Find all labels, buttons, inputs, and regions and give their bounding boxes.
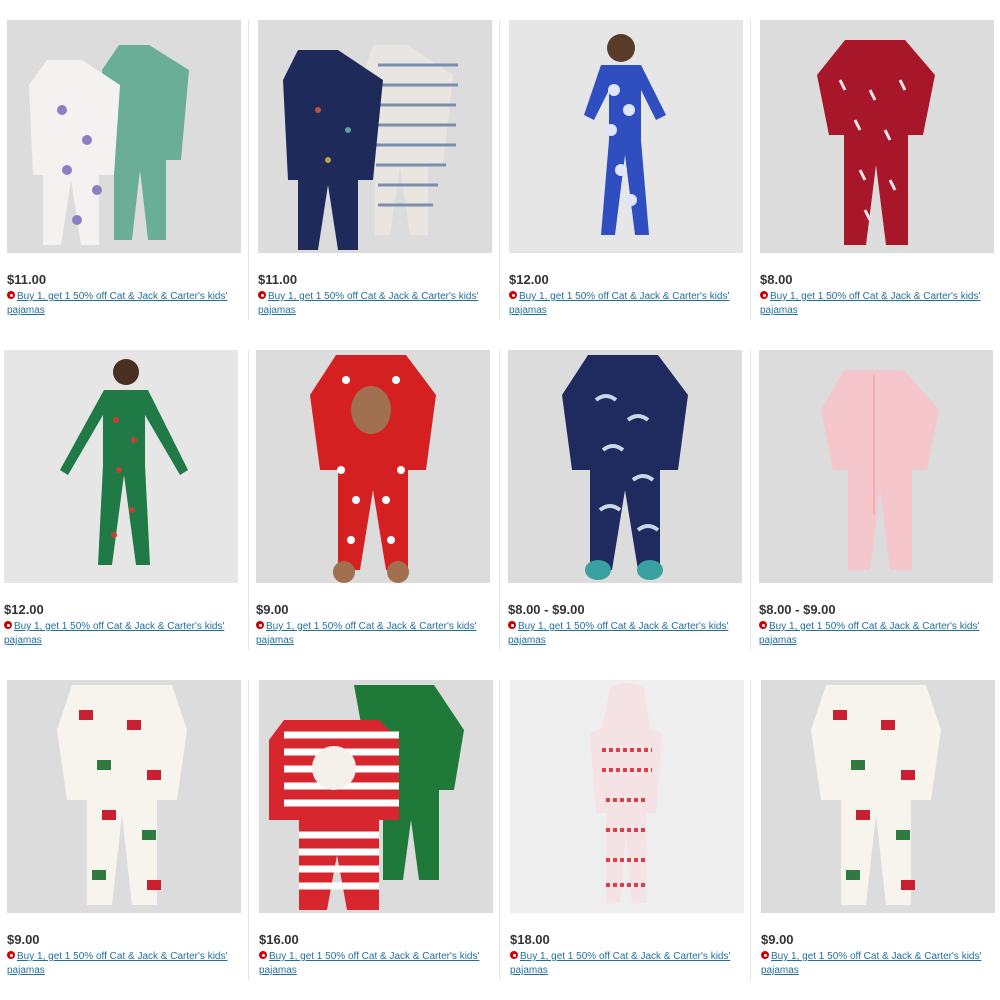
promo-link[interactable]: Buy 1, get 1 50% off Cat & Jack & Carter…: [508, 621, 728, 646]
product-image[interactable]: [510, 680, 744, 913]
product-card[interactable]: $8.00 - $9.00 Buy 1, get 1 50% off Cat &…: [759, 350, 993, 648]
price: $12.00: [509, 272, 549, 287]
product-card[interactable]: $8.00 Buy 1, get 1 50% off Cat & Jack & …: [760, 20, 994, 318]
promo-link[interactable]: Buy 1, get 1 50% off Cat & Jack & Carter…: [7, 951, 227, 976]
promo-offer[interactable]: Buy 1, get 1 50% off Cat & Jack & Carter…: [760, 290, 994, 318]
pajama-image-icon: [584, 34, 666, 235]
pajama-image-icon: [60, 359, 188, 565]
promo-link[interactable]: Buy 1, get 1 50% off Cat & Jack & Carter…: [7, 291, 227, 316]
pajama-image-icon: [821, 370, 939, 570]
pajama-image-icon: [269, 685, 464, 910]
pajama-image-icon: [590, 683, 662, 903]
price: $8.00 - $9.00: [508, 602, 585, 617]
pajama-image-icon: [811, 685, 941, 905]
pajama-image-icon: [283, 45, 458, 250]
promo-offer[interactable]: Buy 1, get 1 50% off Cat & Jack & Carter…: [259, 950, 493, 978]
product-image[interactable]: [760, 20, 994, 253]
promo-link[interactable]: Buy 1, get 1 50% off Cat & Jack & Carter…: [4, 621, 224, 646]
target-promo-icon: [256, 621, 264, 629]
promo-link[interactable]: Buy 1, get 1 50% off Cat & Jack & Carter…: [761, 951, 981, 976]
promo-link[interactable]: Buy 1, get 1 50% off Cat & Jack & Carter…: [759, 621, 979, 646]
product-card[interactable]: $9.00 Buy 1, get 1 50% off Cat & Jack & …: [761, 680, 995, 978]
pajama-image-icon: [57, 685, 187, 905]
product-card[interactable]: $12.00 Buy 1, get 1 50% off Cat & Jack &…: [509, 20, 743, 318]
pajama-image-icon: [310, 355, 436, 583]
product-image[interactable]: [4, 350, 238, 583]
price: $11.00: [258, 272, 298, 287]
pajama-image-icon: [29, 45, 189, 245]
promo-link[interactable]: Buy 1, get 1 50% off Cat & Jack & Carter…: [258, 291, 478, 316]
price: $9.00: [761, 932, 794, 947]
target-promo-icon: [510, 951, 518, 959]
pajama-image-icon: [562, 355, 688, 580]
product-image[interactable]: [7, 20, 241, 253]
price: $12.00: [4, 602, 44, 617]
promo-offer[interactable]: Buy 1, get 1 50% off Cat & Jack & Carter…: [258, 290, 492, 318]
product-card[interactable]: $12.00 Buy 1, get 1 50% off Cat & Jack &…: [4, 350, 238, 648]
target-promo-icon: [759, 621, 767, 629]
target-promo-icon: [4, 621, 12, 629]
promo-offer[interactable]: Buy 1, get 1 50% off Cat & Jack & Carter…: [508, 620, 742, 648]
promo-link[interactable]: Buy 1, get 1 50% off Cat & Jack & Carter…: [259, 951, 479, 976]
promo-offer[interactable]: Buy 1, get 1 50% off Cat & Jack & Carter…: [510, 950, 744, 978]
price: $8.00: [760, 272, 793, 287]
price: $11.00: [7, 272, 47, 287]
product-image[interactable]: [259, 680, 493, 913]
product-image[interactable]: [258, 20, 492, 253]
product-card[interactable]: $18.00 Buy 1, get 1 50% off Cat & Jack &…: [510, 680, 744, 978]
target-promo-icon: [258, 291, 266, 299]
promo-link[interactable]: Buy 1, get 1 50% off Cat & Jack & Carter…: [760, 291, 980, 316]
target-promo-icon: [7, 291, 15, 299]
promo-offer[interactable]: Buy 1, get 1 50% off Cat & Jack & Carter…: [7, 290, 241, 318]
product-image[interactable]: [761, 680, 995, 913]
price: $9.00: [7, 932, 40, 947]
promo-link[interactable]: Buy 1, get 1 50% off Cat & Jack & Carter…: [510, 951, 730, 976]
promo-offer[interactable]: Buy 1, get 1 50% off Cat & Jack & Carter…: [759, 620, 993, 648]
product-image[interactable]: [256, 350, 490, 583]
promo-offer[interactable]: Buy 1, get 1 50% off Cat & Jack & Carter…: [4, 620, 238, 648]
price: $18.00: [510, 932, 550, 947]
target-promo-icon: [259, 951, 267, 959]
product-card[interactable]: $9.00 Buy 1, get 1 50% off Cat & Jack & …: [256, 350, 490, 648]
product-card[interactable]: $9.00 Buy 1, get 1 50% off Cat & Jack & …: [7, 680, 241, 978]
price: $16.00: [259, 932, 299, 947]
promo-link[interactable]: Buy 1, get 1 50% off Cat & Jack & Carter…: [509, 291, 729, 316]
product-card[interactable]: $8.00 - $9.00 Buy 1, get 1 50% off Cat &…: [508, 350, 742, 648]
promo-offer[interactable]: Buy 1, get 1 50% off Cat & Jack & Carter…: [7, 950, 241, 978]
target-promo-icon: [508, 621, 516, 629]
target-promo-icon: [761, 951, 769, 959]
pajama-image-icon: [817, 40, 935, 245]
product-card[interactable]: $16.00 Buy 1, get 1 50% off Cat & Jack &…: [259, 680, 493, 978]
target-promo-icon: [7, 951, 15, 959]
target-promo-icon: [760, 291, 768, 299]
promo-offer[interactable]: Buy 1, get 1 50% off Cat & Jack & Carter…: [256, 620, 490, 648]
product-card[interactable]: $11.00 Buy 1, get 1 50% off Cat & Jack &…: [7, 20, 241, 318]
promo-offer[interactable]: Buy 1, get 1 50% off Cat & Jack & Carter…: [509, 290, 743, 318]
target-promo-icon: [509, 291, 517, 299]
product-card[interactable]: $11.00 Buy 1, get 1 50% off Cat & Jack &…: [258, 20, 492, 318]
price: $8.00 - $9.00: [759, 602, 836, 617]
product-image[interactable]: [759, 350, 993, 583]
promo-offer[interactable]: Buy 1, get 1 50% off Cat & Jack & Carter…: [761, 950, 995, 978]
product-image[interactable]: [7, 680, 241, 913]
promo-link[interactable]: Buy 1, get 1 50% off Cat & Jack & Carter…: [256, 621, 476, 646]
price: $9.00: [256, 602, 289, 617]
product-image[interactable]: [508, 350, 742, 583]
product-image[interactable]: [509, 20, 743, 253]
